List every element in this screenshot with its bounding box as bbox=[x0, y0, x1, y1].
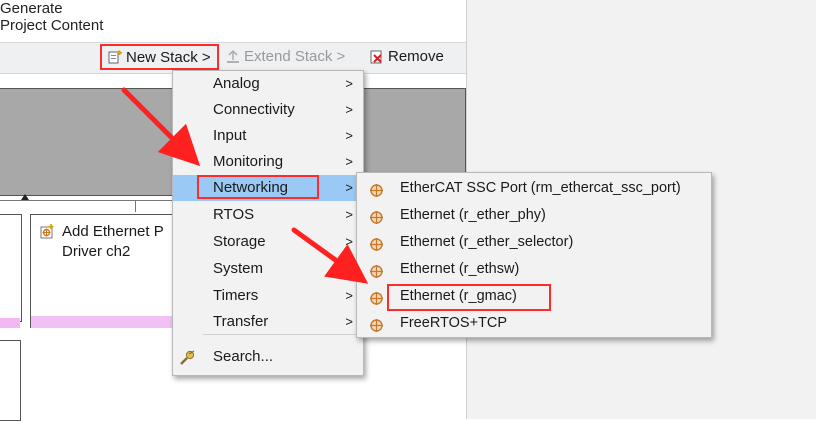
extend-stack-label: Extend Stack > bbox=[244, 48, 345, 65]
submenu-item-ethernet-ethsw[interactable]: Ethernet (r_ethsw) bbox=[357, 256, 711, 283]
menu-item-label: Analog bbox=[213, 71, 260, 97]
submenu-item-label: Ethernet (r_ether_selector) bbox=[400, 229, 573, 256]
menu-item-label: Input bbox=[213, 123, 246, 149]
remove-button[interactable]: Remove bbox=[370, 48, 444, 65]
panel-title: Generate Project Content bbox=[0, 0, 108, 34]
stack-block-ethernet-status bbox=[31, 316, 179, 328]
divider-tick bbox=[135, 200, 136, 212]
menu-item-networking[interactable]: Networking > bbox=[173, 175, 363, 201]
menu-item-rtos[interactable]: RTOS > bbox=[173, 202, 363, 228]
menu-item-label: Timers bbox=[213, 283, 258, 309]
chevron-right-icon: > bbox=[345, 283, 353, 309]
menu-item-label: Monitoring bbox=[213, 149, 283, 175]
menu-item-search[interactable]: Search... bbox=[173, 344, 363, 370]
chevron-right-icon: > bbox=[345, 123, 353, 149]
submenu-item-label: EtherCAT SSC Port (rm_ethercat_ssc_port) bbox=[400, 175, 681, 202]
chevron-right-icon: > bbox=[345, 256, 353, 282]
chevron-right-icon: > bbox=[345, 97, 353, 123]
stack-block-left[interactable] bbox=[0, 214, 22, 322]
submenu-item-freertos-tcp[interactable]: FreeRTOS+TCP bbox=[357, 310, 711, 337]
menu-item-monitoring[interactable]: Monitoring > bbox=[173, 149, 363, 175]
submenu-item-ethernet-selector[interactable]: Ethernet (r_ether_selector) bbox=[357, 229, 711, 256]
menu-item-label: Networking bbox=[213, 175, 288, 201]
networking-submenu: EtherCAT SSC Port (rm_ethercat_ssc_port)… bbox=[356, 172, 712, 338]
menu-item-label: Storage bbox=[213, 229, 266, 255]
new-stack-menu: Analog > Connectivity > Input > Monitori… bbox=[172, 70, 364, 376]
remove-label: Remove bbox=[388, 48, 444, 65]
chevron-right-icon: > bbox=[345, 71, 353, 97]
submenu-item-label: FreeRTOS+TCP bbox=[400, 310, 507, 337]
stack-block-ethernet-label: Add Ethernet P Driver ch2 bbox=[62, 222, 182, 262]
component-icon bbox=[369, 316, 384, 343]
menu-item-label: System bbox=[213, 256, 263, 282]
submenu-item-label: Ethernet (r_ethsw) bbox=[400, 256, 519, 283]
submenu-item-label: Ethernet (r_ether_phy) bbox=[400, 202, 546, 229]
menu-item-system[interactable]: System > bbox=[173, 256, 363, 282]
chevron-right-icon: > bbox=[345, 202, 353, 228]
menu-item-label: Search... bbox=[213, 344, 273, 370]
extend-stack-button[interactable]: Extend Stack > bbox=[226, 48, 345, 65]
submenu-item-ethernet-gmac[interactable]: Ethernet (r_gmac) bbox=[357, 283, 711, 310]
chevron-right-icon: > bbox=[345, 149, 353, 175]
stack-block-left-status bbox=[0, 318, 20, 328]
menu-item-label: Transfer bbox=[213, 309, 268, 335]
remove-icon bbox=[370, 50, 384, 64]
new-stack-icon bbox=[108, 50, 122, 64]
chevron-right-icon: > bbox=[345, 229, 353, 255]
submenu-item-ethercat-ssc-port[interactable]: EtherCAT SSC Port (rm_ethercat_ssc_port) bbox=[357, 175, 711, 202]
menu-item-input[interactable]: Input > bbox=[173, 123, 363, 149]
extend-stack-icon bbox=[226, 50, 240, 64]
add-driver-icon bbox=[38, 223, 56, 244]
submenu-item-ethernet-phy[interactable]: Ethernet (r_ether_phy) bbox=[357, 202, 711, 229]
menu-item-label: Connectivity bbox=[213, 97, 295, 123]
chevron-right-icon: > bbox=[345, 175, 353, 201]
menu-item-analog[interactable]: Analog > bbox=[173, 71, 363, 97]
chevron-right-icon: > bbox=[345, 309, 353, 335]
menu-item-connectivity[interactable]: Connectivity > bbox=[173, 97, 363, 123]
menu-item-storage[interactable]: Storage > bbox=[173, 229, 363, 255]
search-icon bbox=[179, 349, 197, 375]
menu-separator bbox=[203, 334, 359, 335]
menu-item-timers[interactable]: Timers > bbox=[173, 283, 363, 309]
menu-item-label: RTOS bbox=[213, 202, 254, 228]
menu-item-transfer[interactable]: Transfer > bbox=[173, 309, 363, 335]
submenu-item-label: Ethernet (r_gmac) bbox=[400, 283, 517, 310]
new-stack-button[interactable]: New Stack > bbox=[100, 44, 219, 70]
stack-block-bottom[interactable] bbox=[0, 340, 21, 421]
new-stack-label: New Stack > bbox=[126, 49, 211, 66]
